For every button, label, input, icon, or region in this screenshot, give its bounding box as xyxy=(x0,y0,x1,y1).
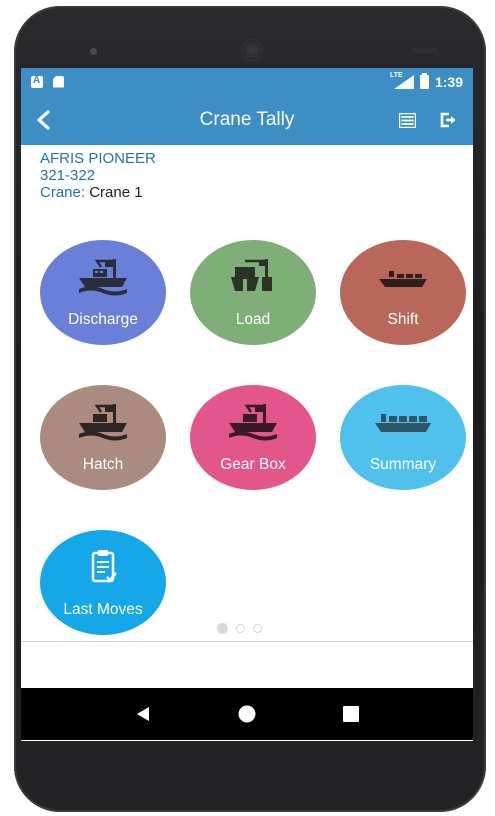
logout-icon[interactable] xyxy=(439,110,459,130)
ship-load-icon xyxy=(225,257,281,297)
vessel-name: AFRIS PIONEER xyxy=(40,150,156,167)
status-time: 1:39 xyxy=(434,73,463,90)
front-camera xyxy=(242,40,262,60)
cargo-ship-icon xyxy=(375,257,431,297)
crane-line: Crane: Crane 1 xyxy=(40,184,473,201)
notification-a-icon xyxy=(31,75,43,88)
tile-label: Hatch xyxy=(82,456,124,473)
ship-crane-icon xyxy=(225,402,281,442)
sd-card-icon xyxy=(53,75,64,88)
nav-back-button[interactable] xyxy=(131,702,155,726)
container-ship-icon xyxy=(373,402,433,442)
clipboard-check-icon xyxy=(83,547,123,587)
nav-recents-button[interactable] xyxy=(339,702,363,726)
hatch-button[interactable]: Hatch xyxy=(40,385,166,490)
load-button[interactable]: Load xyxy=(190,240,316,345)
page-dot[interactable] xyxy=(236,624,245,633)
page-indicator xyxy=(217,623,262,634)
gear-box-button[interactable]: Gear Box xyxy=(190,385,316,490)
vessel-code: 321-322 xyxy=(40,167,96,184)
signal-icon: LTE xyxy=(390,72,414,89)
tile-label: Shift xyxy=(387,311,419,328)
app-bar: Crane Tally xyxy=(21,95,473,145)
tile-label: Gear Box xyxy=(220,456,286,473)
ship-crane-icon xyxy=(75,257,131,297)
shift-button[interactable]: Shift xyxy=(340,240,466,345)
tile-label: Last Moves xyxy=(63,601,143,618)
vessel-info: AFRIS PIONEER 321-322 Crane: Crane 1 xyxy=(21,145,473,201)
tile-label: Load xyxy=(235,311,271,328)
navigation-bar xyxy=(21,688,473,740)
last-moves-button[interactable]: Last Moves xyxy=(40,530,166,635)
discharge-button[interactable]: Discharge xyxy=(40,240,166,345)
battery-icon xyxy=(419,72,429,89)
tile-label: Discharge xyxy=(68,311,138,328)
crane-value: Crane 1 xyxy=(89,184,143,201)
tile-label: Summary xyxy=(369,456,437,473)
front-sensor xyxy=(90,48,97,55)
proximity-sensor xyxy=(412,48,438,53)
nav-home-button[interactable] xyxy=(235,702,259,726)
list-view-icon[interactable] xyxy=(397,110,417,130)
summary-button[interactable]: Summary xyxy=(340,385,466,490)
ship-crane-icon xyxy=(75,402,131,442)
page-dot[interactable] xyxy=(217,623,228,634)
page-dot[interactable] xyxy=(253,624,262,633)
divider xyxy=(21,641,473,642)
status-bar: LTE 1:39 xyxy=(21,68,473,95)
app-screen: LTE 1:39 Crane Tally xyxy=(21,68,473,741)
back-arrow-icon[interactable] xyxy=(35,109,57,131)
crane-label: Crane: xyxy=(40,184,86,201)
